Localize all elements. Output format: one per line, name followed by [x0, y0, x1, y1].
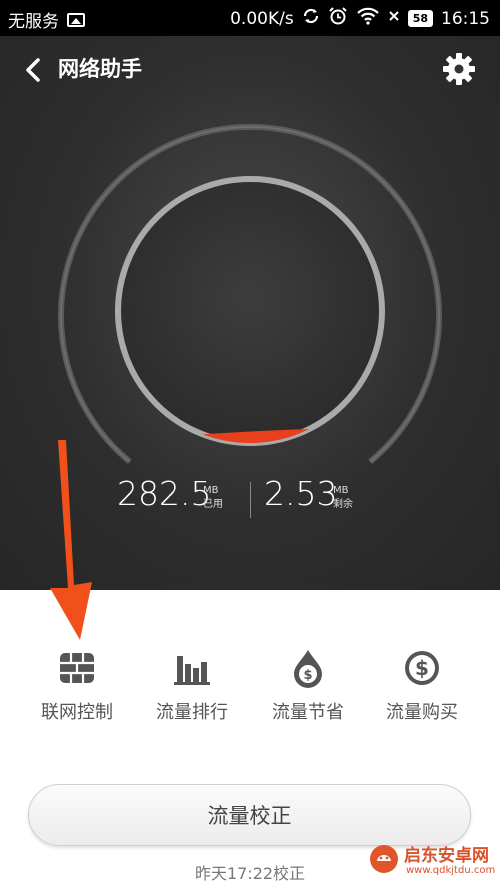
used-label: 已用: [203, 499, 223, 510]
traffic-gauge-panel: 网络助手 282.5 MB 已用 2.53 MB 剩余: [0, 36, 500, 590]
svg-text:$: $: [415, 656, 429, 680]
image-notification-icon: [67, 12, 85, 27]
battery-icon: 58: [407, 10, 433, 27]
action-label: 流量节省: [272, 702, 344, 723]
no-signal-icon: [388, 8, 400, 29]
status-bar: 无服务 0.00K/s 58 16:15: [0, 0, 500, 36]
traffic-saving-button[interactable]: $ 流量节省: [248, 648, 368, 724]
sync-icon: [302, 7, 320, 30]
network-control-button[interactable]: 联网控制: [17, 648, 137, 724]
firewall-icon: [60, 653, 94, 683]
traffic-readout: 282.5 MB 已用 2.53 MB 剩余: [0, 474, 500, 524]
remaining-unit: MB: [333, 485, 349, 496]
traffic-purchase-button[interactable]: $ 流量购买: [362, 648, 482, 724]
action-label: 流量购买: [386, 702, 458, 723]
dollar-coin-icon: $: [405, 651, 439, 685]
carrier-status: 无服务: [8, 12, 59, 32]
watermark-name: 启东安卓网: [404, 846, 489, 866]
action-row: 联网控制 流量排行 $ 流量节省 $ 流量购买: [0, 648, 500, 728]
watermark-logo-icon: [370, 845, 398, 873]
remaining-label: 剩余: [333, 499, 353, 510]
clock-time: 16:15: [441, 8, 490, 29]
network-speed: 0.00K/s: [230, 8, 294, 29]
svg-text:$: $: [303, 668, 312, 683]
gauge-inner-ring: [115, 176, 385, 446]
alarm-icon: [328, 7, 348, 30]
remaining-value: 2.53: [264, 474, 338, 513]
calibrate-button[interactable]: 流量校正: [28, 784, 471, 846]
action-label: 流量排行: [156, 702, 228, 723]
traffic-ranking-button[interactable]: 流量排行: [132, 648, 252, 724]
money-drop-icon: $: [294, 650, 322, 688]
readout-divider: [250, 482, 251, 518]
used-unit: MB: [203, 485, 219, 496]
bar-chart-icon: [174, 656, 210, 685]
action-label: 联网控制: [41, 702, 113, 723]
used-value: 282.5: [117, 474, 212, 513]
watermark-url: www.qdkjtdu.com: [406, 865, 496, 876]
watermark: 启东安卓网 www.qdkjtdu.com: [368, 839, 496, 887]
wifi-icon: [356, 7, 380, 30]
